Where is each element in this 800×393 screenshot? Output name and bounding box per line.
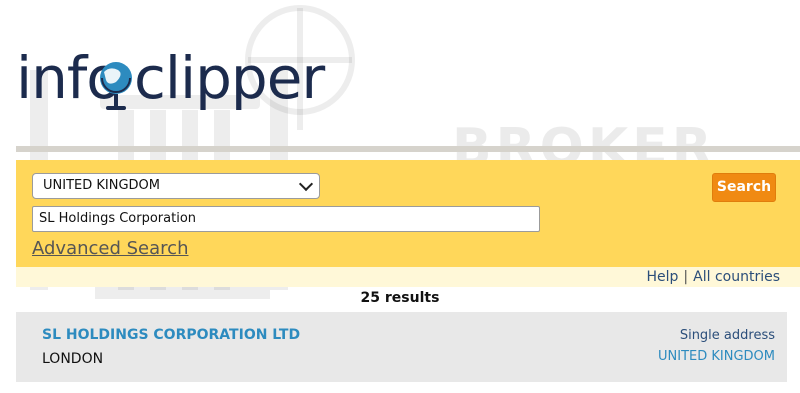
result-row: SL HOLDINGS CORPORATION LTD LONDON Singl… [16,312,787,382]
result-company-name-link[interactable]: SL HOLDINGS CORPORATION LTD [42,327,300,344]
chevron-down-icon [298,176,314,192]
results-count: 25 results [360,290,440,306]
globe-icon [100,62,132,110]
search-button[interactable]: Search [712,173,776,202]
advanced-search-link[interactable]: Advanced Search [32,238,188,260]
result-country-link[interactable]: UNITED KINGDOM [658,349,775,365]
logo-text-clipper: clipper [134,44,325,112]
link-separator: | [683,269,689,285]
search-panel: UNITED KINGDOM Search SL Holdings Corpor… [16,160,800,267]
company-search-input[interactable]: SL Holdings Corporation [32,206,540,232]
result-city: LONDON [42,351,104,367]
help-bar: Help | All countries [16,267,800,287]
result-address-type: Single address [679,328,775,343]
help-link[interactable]: Help [647,269,679,285]
country-select-value: UNITED KINGDOM [43,178,160,193]
all-countries-link[interactable]: All countries [693,269,780,285]
header-divider [16,146,800,152]
country-select[interactable]: UNITED KINGDOM [32,173,320,199]
